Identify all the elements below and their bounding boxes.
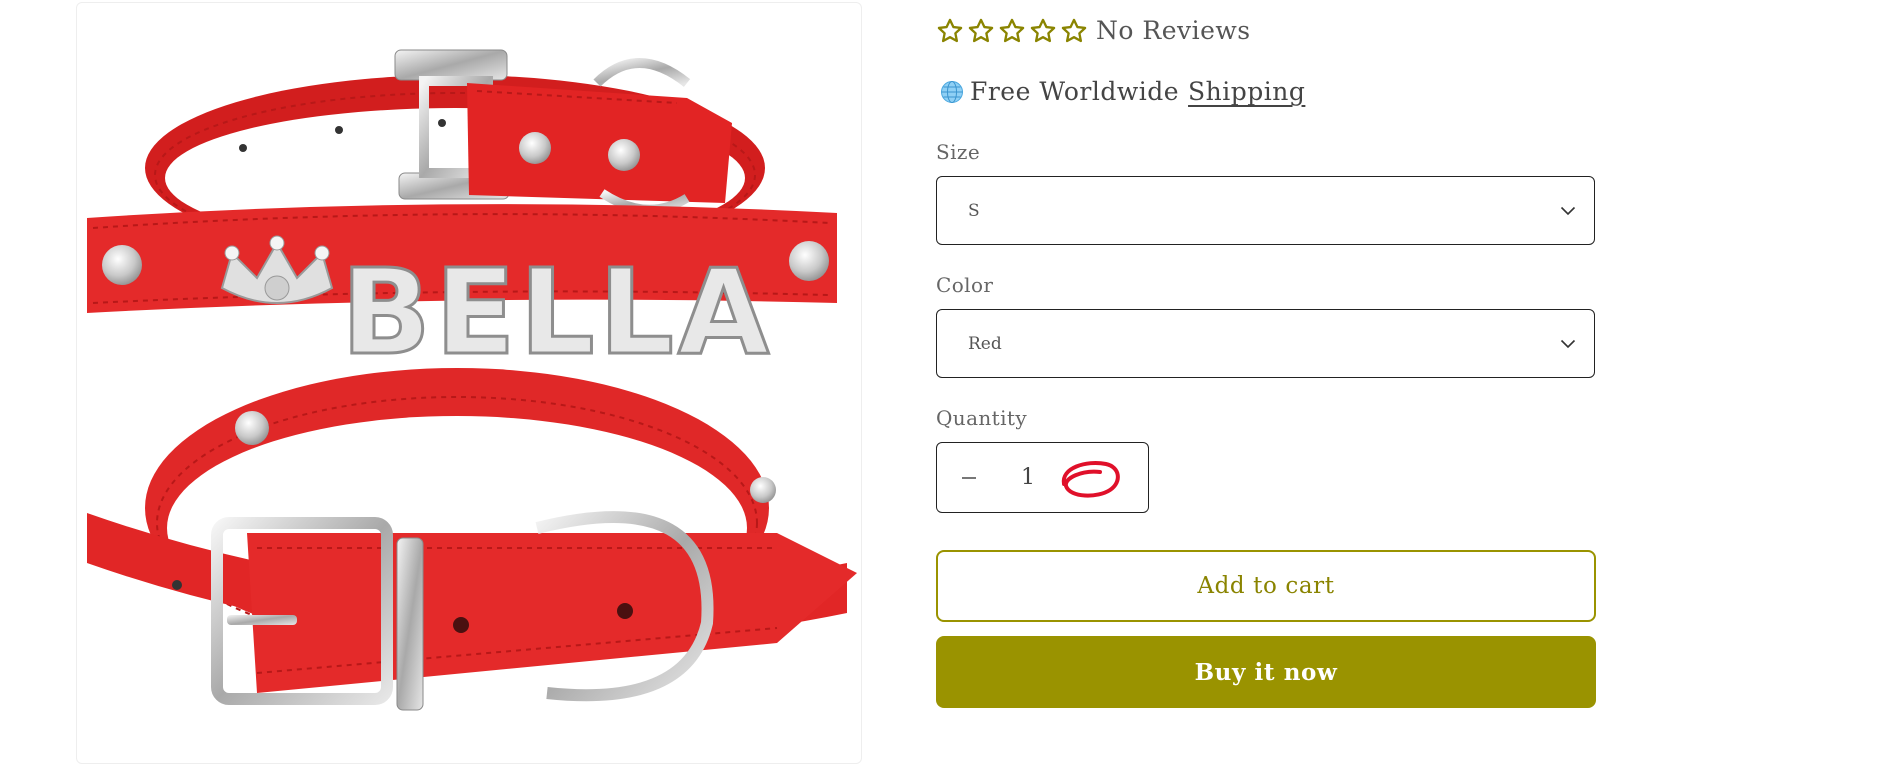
product-image[interactable]: BELLA xyxy=(76,2,862,764)
quantity-increase-button[interactable] xyxy=(1055,443,1125,512)
chevron-down-icon xyxy=(1560,206,1576,215)
color-select-value: Red xyxy=(968,333,1002,354)
quantity-input[interactable]: 1 xyxy=(1001,465,1055,490)
quantity-label: Quantity xyxy=(936,406,1028,430)
quantity-decrease-button[interactable] xyxy=(937,443,1001,512)
star-outline-icon xyxy=(937,18,963,42)
quantity-stepper: 1 xyxy=(936,442,1149,513)
star-outline-icon xyxy=(1061,18,1087,42)
globe-icon xyxy=(941,80,963,103)
size-label: Size xyxy=(936,140,981,164)
collar-illustration: BELLA xyxy=(87,49,857,711)
buy-now-button[interactable]: Buy it now xyxy=(936,636,1596,708)
rating[interactable]: No Reviews xyxy=(936,16,1251,45)
reviews-count-label[interactable]: No Reviews xyxy=(1096,16,1251,45)
chevron-down-icon xyxy=(1560,339,1576,348)
shipping-link[interactable]: Shipping xyxy=(1188,77,1305,106)
color-select[interactable]: Red xyxy=(936,309,1595,378)
charm-letters: BELLA xyxy=(341,243,773,381)
size-select-value: S xyxy=(968,200,980,221)
star-outline-icon xyxy=(1030,18,1056,42)
star-outline-icon xyxy=(968,18,994,42)
red-scribble-annotation xyxy=(1061,460,1120,497)
shipping-text: Free Worldwide xyxy=(970,77,1180,106)
add-to-cart-button[interactable]: Add to cart xyxy=(936,550,1596,622)
shipping-info: Free Worldwide Shipping xyxy=(940,77,1305,106)
color-label: Color xyxy=(936,273,994,297)
star-outline-icon xyxy=(999,18,1025,42)
star-rating xyxy=(936,17,1088,45)
size-select[interactable]: S xyxy=(936,176,1595,245)
minus-icon xyxy=(962,476,976,479)
